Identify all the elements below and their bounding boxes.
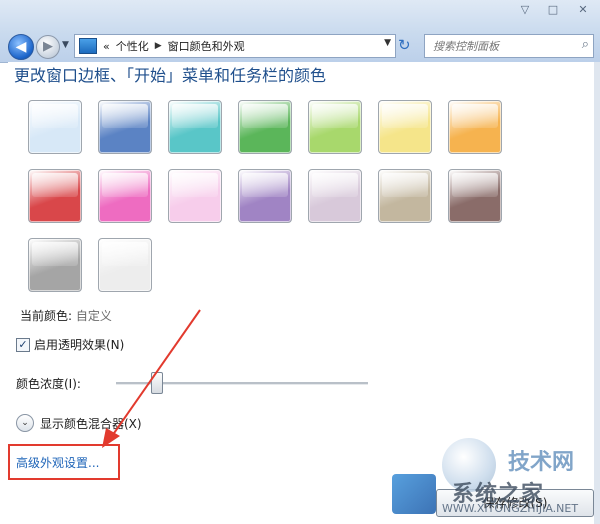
refresh-icon[interactable]: ↻ — [398, 36, 411, 54]
watermark-url: WWW.XITONGZHIJIA.NET — [442, 502, 579, 515]
maximize-icon[interactable]: □ — [540, 2, 566, 18]
search-box[interactable]: ⌕ — [424, 34, 594, 58]
forward-arrow-icon[interactable]: ▶ — [36, 35, 60, 59]
back-arrow-icon[interactable]: ◀ — [8, 34, 34, 60]
house-logo-icon — [392, 474, 436, 514]
address-bar[interactable]: « 个性化 ▶ 窗口颜色和外观 ▼ — [74, 34, 396, 58]
control-panel-icon — [79, 38, 97, 54]
close-icon[interactable]: ✕ — [570, 2, 596, 18]
breadcrumb-personalization[interactable]: 个性化 — [116, 38, 149, 54]
watermark: 技术网 系统之家 WWW.XITONGZHIJIA.NET — [392, 436, 600, 524]
watermark-alt-text: 技术网 — [508, 450, 575, 475]
search-icon[interactable]: ⌕ — [582, 37, 589, 52]
history-dropdown-icon[interactable]: ▼ — [62, 40, 69, 50]
breadcrumb-chevrons[interactable]: « — [103, 40, 110, 53]
address-dropdown-icon[interactable]: ▼ — [384, 38, 391, 48]
title-bar: ▽ □ ✕ ◀ ▶ ▼ « 个性化 ▶ 窗口颜色和外观 ▼ ↻ ⌕ — [0, 0, 600, 63]
annotation-arrow — [102, 309, 201, 448]
minimize-icon[interactable]: ▽ — [512, 2, 538, 18]
breadcrumb-window-color[interactable]: 窗口颜色和外观 — [168, 38, 245, 54]
breadcrumb-separator-icon[interactable]: ▶ — [155, 41, 162, 51]
arrow-shaft — [111, 309, 201, 437]
search-input[interactable] — [431, 35, 575, 57]
arrow-head — [102, 428, 120, 448]
